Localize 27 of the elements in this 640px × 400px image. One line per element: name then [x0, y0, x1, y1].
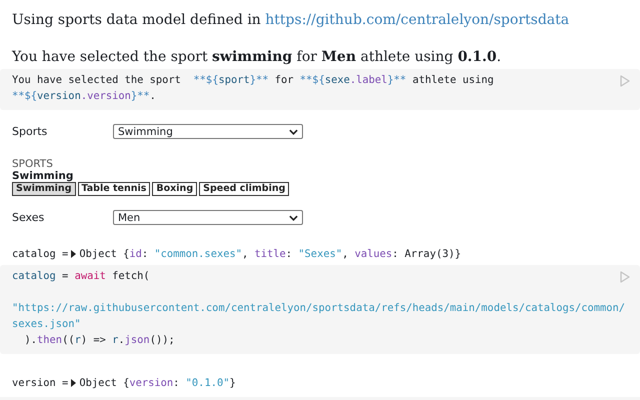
output-name: version = — [12, 376, 68, 391]
field-label: Sexes — [12, 211, 46, 224]
code-line: **${version.version}**. — [12, 89, 156, 104]
output-name: catalog = — [12, 247, 68, 262]
sport-button[interactable]: Boxing — [152, 182, 198, 196]
sport-button[interactable]: Speed climbing — [199, 182, 290, 196]
selection-summary: You have selected the sport swimming for Men athlete using 0.1.0. — [12, 48, 502, 66]
chevron-down-icon — [289, 128, 298, 134]
code-line: ).then((r) => r.json()); — [24, 333, 175, 348]
disclosure-triangle-icon[interactable] — [71, 250, 76, 258]
sport-button[interactable]: Table tennis — [78, 182, 150, 196]
intro-text: Using sports data model defined in https://github.com/centralelyon/sportsdata — [12, 11, 570, 29]
sport-button[interactable]: Swimming — [12, 182, 76, 196]
code-line: catalog = await fetch( — [12, 269, 150, 284]
code-line: "https://raw.githubusercontent.com/centralelyon/sportsdata/refs/heads/main/models/catalogs/common/ — [12, 301, 626, 316]
repository-link[interactable]: https://github.com/centralelyon/sportsdata — [265, 12, 570, 28]
code-line: You have selected the sport **${sport}** for **${sexe.label}** athlete using — [12, 73, 494, 88]
output-value: Object {version: "0.1.0"} — [79, 376, 236, 391]
disclosure-triangle-icon[interactable] — [71, 379, 76, 387]
output-value: Object {id: "common.sexes", title: "Sexes", values: Array(3)} — [79, 247, 461, 262]
section-heading: SPORTS — [12, 158, 54, 170]
dropdown-field[interactable]: Swimming — [113, 124, 303, 139]
selected-value: Swimming — [12, 170, 74, 182]
dropdown-field[interactable]: Men — [113, 210, 303, 225]
field-label: Sports — [12, 125, 48, 138]
code-line: sexes.json" — [12, 317, 81, 332]
chevron-down-icon — [289, 214, 298, 220]
